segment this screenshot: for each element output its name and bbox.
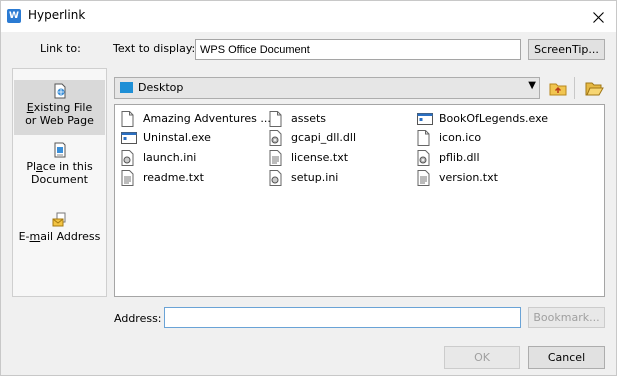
document-icon (121, 111, 134, 127)
text-to-display-input[interactable] (195, 39, 521, 60)
browse-folder-button[interactable] (584, 78, 604, 98)
ok-button[interactable]: OK (444, 346, 520, 369)
ini-icon (269, 170, 282, 186)
file-name: icon.ico (439, 131, 482, 144)
sidebar-existing-line1: Existing File (26, 101, 93, 114)
file-name: Amazing Adventures ... (143, 112, 271, 125)
dialog-title: Hyperlink (28, 8, 86, 22)
text-file-icon (121, 170, 134, 186)
app-icon: W (7, 9, 21, 23)
existing-file-icon (54, 83, 65, 99)
dll-icon (269, 130, 282, 146)
chevron-down-icon: ▼ (528, 80, 536, 91)
sidebar-item-email-address[interactable]: E-mail Address (14, 212, 105, 246)
close-button[interactable] (580, 1, 616, 32)
title-bar: W Hyperlink (1, 1, 616, 32)
file-name: license.txt (291, 151, 349, 164)
file-list[interactable]: Amazing Adventures ... assets BookOfLege… (114, 104, 605, 297)
location-dropdown[interactable]: Desktop ▼ (114, 77, 540, 99)
file-name: gcapi_dll.dll (291, 131, 356, 144)
screentip-button[interactable]: ScreenTip... (528, 39, 605, 60)
sidebar-item-place-in-document[interactable]: Place in this Document (14, 142, 105, 192)
link-to-sidebar: Existing File or Web Page Place in this … (12, 68, 107, 297)
sidebar-place-line1: Place in this (26, 160, 93, 173)
link-to-label: Link to: (40, 42, 81, 55)
exe-icon (417, 113, 433, 125)
file-name: assets (291, 112, 327, 125)
ini-icon (121, 150, 134, 166)
desktop-icon (120, 82, 133, 93)
file-name: setup.ini (291, 171, 339, 184)
sidebar-email-line1: E-mail Address (18, 230, 101, 243)
file-name: version.txt (439, 171, 498, 184)
bookmark-button[interactable]: Bookmark... (528, 307, 605, 328)
document-icon (269, 111, 282, 127)
document-icon (417, 130, 430, 146)
exe-icon (121, 132, 137, 144)
up-folder-icon (549, 83, 567, 96)
sidebar-place-line2: Document (31, 173, 88, 186)
dll-icon (417, 150, 430, 166)
email-icon (52, 212, 65, 227)
location-value: Desktop (138, 81, 184, 94)
address-input[interactable] (164, 307, 521, 328)
sidebar-existing-line2: or Web Page (25, 114, 94, 127)
close-icon (592, 12, 604, 23)
file-name: BookOfLegends.exe (439, 112, 549, 125)
open-folder-icon (585, 82, 604, 96)
file-name: pflib.dll (439, 151, 480, 164)
hyperlink-dialog: W Hyperlink Link to: Text to display: Sc… (0, 0, 617, 376)
text-file-icon (417, 170, 430, 186)
text-to-display-label: Text to display: (113, 42, 196, 55)
sidebar-item-existing-file[interactable]: Existing File or Web Page (14, 80, 105, 135)
up-folder-button[interactable] (548, 78, 568, 98)
file-name: Uninstal.exe (143, 131, 211, 144)
toolbar-separator (574, 77, 575, 99)
text-file-icon (269, 150, 282, 166)
cancel-button[interactable]: Cancel (528, 346, 605, 369)
file-name: launch.ini (143, 151, 197, 164)
place-in-document-icon (54, 142, 65, 158)
address-label: Address: (114, 312, 162, 325)
file-name: readme.txt (143, 171, 204, 184)
